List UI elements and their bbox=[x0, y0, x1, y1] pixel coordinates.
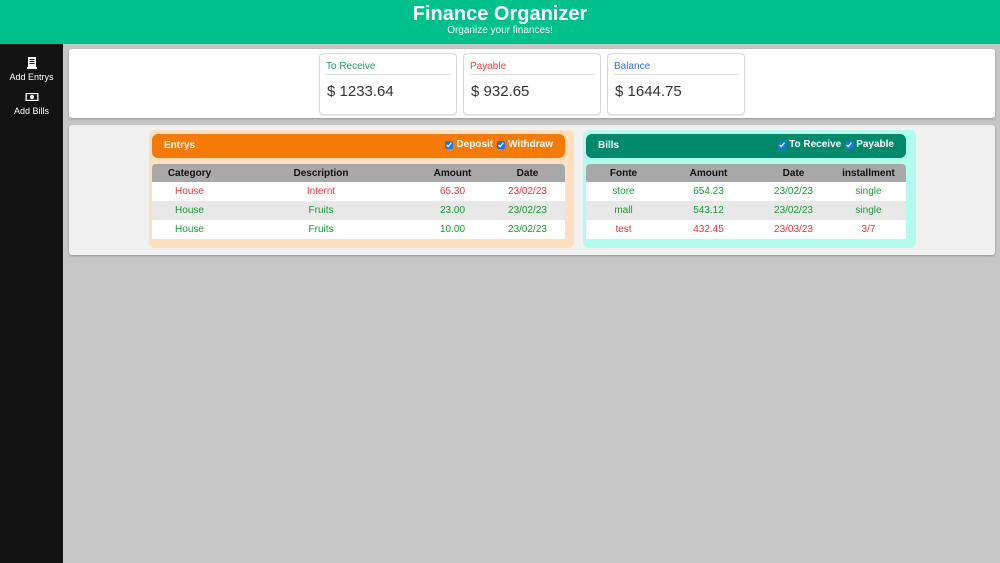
table-cell: 654.23 bbox=[661, 182, 756, 201]
table-row[interactable]: test 432.45 23/03/23 3/7 bbox=[586, 220, 906, 239]
table-cell: test bbox=[586, 220, 661, 239]
payable-checkbox[interactable] bbox=[845, 140, 854, 149]
table-cell: 23/03/23 bbox=[756, 220, 831, 239]
bills-table: Fonte Amount Date installment store 654.… bbox=[586, 164, 906, 239]
deposit-checkbox[interactable] bbox=[445, 140, 454, 149]
column-header: Fonte bbox=[586, 164, 661, 182]
payable-value: $ 932.65 bbox=[471, 83, 530, 100]
table-cell: Fruits bbox=[227, 220, 415, 239]
receipt-icon bbox=[26, 57, 37, 69]
to-receive-filter-label: To Receive bbox=[789, 139, 842, 150]
table-cell: 23.00 bbox=[415, 201, 490, 220]
payable-label: Payable bbox=[470, 61, 594, 75]
table-cell: 432.45 bbox=[661, 220, 756, 239]
main-panel: Entrys Deposit Withdraw Category Descrip… bbox=[69, 125, 995, 255]
to-receive-filter[interactable]: To Receive bbox=[778, 139, 841, 150]
column-header: Amount bbox=[661, 164, 756, 182]
column-header: installment bbox=[831, 164, 906, 182]
table-cell: 543.12 bbox=[661, 201, 756, 220]
bills-panel: Bills To Receive Payable Fonte Amount Da… bbox=[583, 130, 916, 248]
summary-panel: To Receive $ 1233.64 Payable $ 932.65 Ba… bbox=[69, 49, 995, 118]
app-title: Finance Organizer bbox=[412, 3, 588, 25]
table-cell: single bbox=[831, 201, 906, 220]
to-receive-card: To Receive $ 1233.64 bbox=[319, 53, 457, 115]
sidebar-item-label: Add Entrys bbox=[9, 72, 54, 82]
table-cell: 23/02/23 bbox=[490, 220, 565, 239]
table-row[interactable]: mall 543.12 23/02/23 single bbox=[586, 201, 906, 220]
table-row[interactable]: store 654.23 23/02/23 single bbox=[586, 182, 906, 201]
table-cell: store bbox=[586, 182, 661, 201]
column-header: Amount bbox=[415, 164, 490, 182]
sidebar-item-label: Add Bills bbox=[13, 106, 49, 116]
column-header: Date bbox=[490, 164, 565, 182]
entrys-panel: Entrys Deposit Withdraw Category Descrip… bbox=[149, 130, 574, 248]
table-cell: 23/02/23 bbox=[490, 201, 565, 220]
table-cell: 23/02/23 bbox=[490, 182, 565, 201]
table-row[interactable]: House Fruits 10.00 23/02/23 bbox=[152, 220, 565, 239]
table-cell: mall bbox=[586, 201, 661, 220]
to-receive-label: To Receive bbox=[326, 61, 450, 75]
table-header-row: Category Description Amount Date bbox=[152, 164, 565, 182]
column-header: Date bbox=[756, 164, 831, 182]
payable-card: Payable $ 932.65 bbox=[463, 53, 601, 115]
app-subtitle: Organize your finances! bbox=[447, 25, 553, 36]
money-bill-icon bbox=[25, 93, 38, 101]
withdraw-checkbox[interactable] bbox=[497, 140, 506, 149]
entrys-filters: Deposit Withdraw bbox=[441, 139, 553, 150]
table-cell: Internt bbox=[227, 182, 415, 201]
sidebar-item-add-entrys[interactable]: Add Entrys bbox=[0, 56, 63, 82]
bills-filters: To Receive Payable bbox=[774, 139, 894, 150]
deposit-filter[interactable]: Deposit bbox=[445, 139, 493, 150]
column-header: Category bbox=[152, 164, 227, 182]
entrys-header: Entrys Deposit Withdraw bbox=[152, 134, 565, 158]
table-cell: Fruits bbox=[227, 201, 415, 220]
balance-label: Balance bbox=[614, 61, 738, 75]
app-header: Finance Organizer Organize your finances… bbox=[0, 0, 1000, 44]
deposit-filter-label: Deposit bbox=[456, 139, 494, 150]
table-row[interactable]: House Fruits 23.00 23/02/23 bbox=[152, 201, 565, 220]
table-cell: 23/02/23 bbox=[756, 201, 831, 220]
table-cell: 10.00 bbox=[415, 220, 490, 239]
to-receive-checkbox[interactable] bbox=[778, 140, 787, 149]
entrys-table: Category Description Amount Date House I… bbox=[152, 164, 565, 239]
table-row[interactable]: House Internt 65.30 23/02/23 bbox=[152, 182, 565, 201]
table-cell: House bbox=[152, 220, 227, 239]
table-cell: single bbox=[831, 182, 906, 201]
balance-value: $ 1644.75 bbox=[615, 83, 682, 100]
payable-filter[interactable]: Payable bbox=[845, 139, 894, 150]
column-header: Description bbox=[227, 164, 415, 182]
table-cell: House bbox=[152, 201, 227, 220]
withdraw-filter-label: Withdraw bbox=[508, 139, 553, 150]
bills-title: Bills bbox=[598, 140, 620, 151]
balance-card: Balance $ 1644.75 bbox=[607, 53, 745, 115]
table-cell: 3/7 bbox=[831, 220, 906, 239]
table-cell: 23/02/23 bbox=[756, 182, 831, 201]
table-header-row: Fonte Amount Date installment bbox=[586, 164, 906, 182]
entrys-title: Entrys bbox=[164, 140, 196, 151]
table-cell: 65.30 bbox=[415, 182, 490, 201]
sidebar-item-add-bills[interactable]: Add Bills bbox=[0, 90, 63, 116]
to-receive-value: $ 1233.64 bbox=[327, 83, 394, 100]
withdraw-filter[interactable]: Withdraw bbox=[497, 139, 553, 150]
sidebar: Add Entrys Add Bills bbox=[0, 44, 63, 563]
table-cell: House bbox=[152, 182, 227, 201]
payable-filter-label: Payable bbox=[856, 139, 894, 150]
bills-header: Bills To Receive Payable bbox=[586, 134, 906, 158]
